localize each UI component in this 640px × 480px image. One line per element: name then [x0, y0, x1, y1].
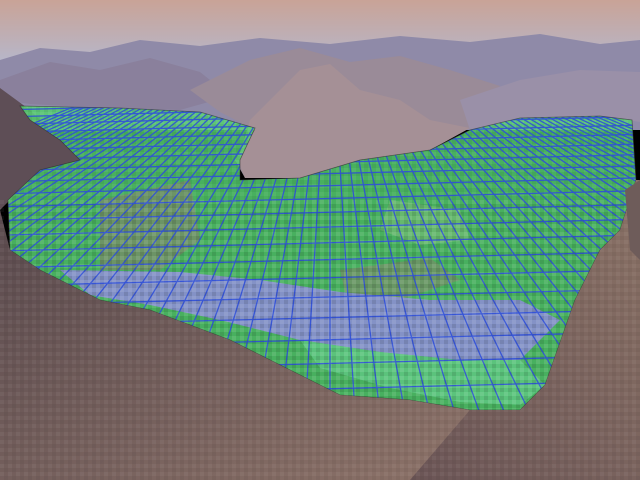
3d-terrain-viewport[interactable]: [0, 0, 640, 480]
terrain-scene: [0, 0, 640, 480]
